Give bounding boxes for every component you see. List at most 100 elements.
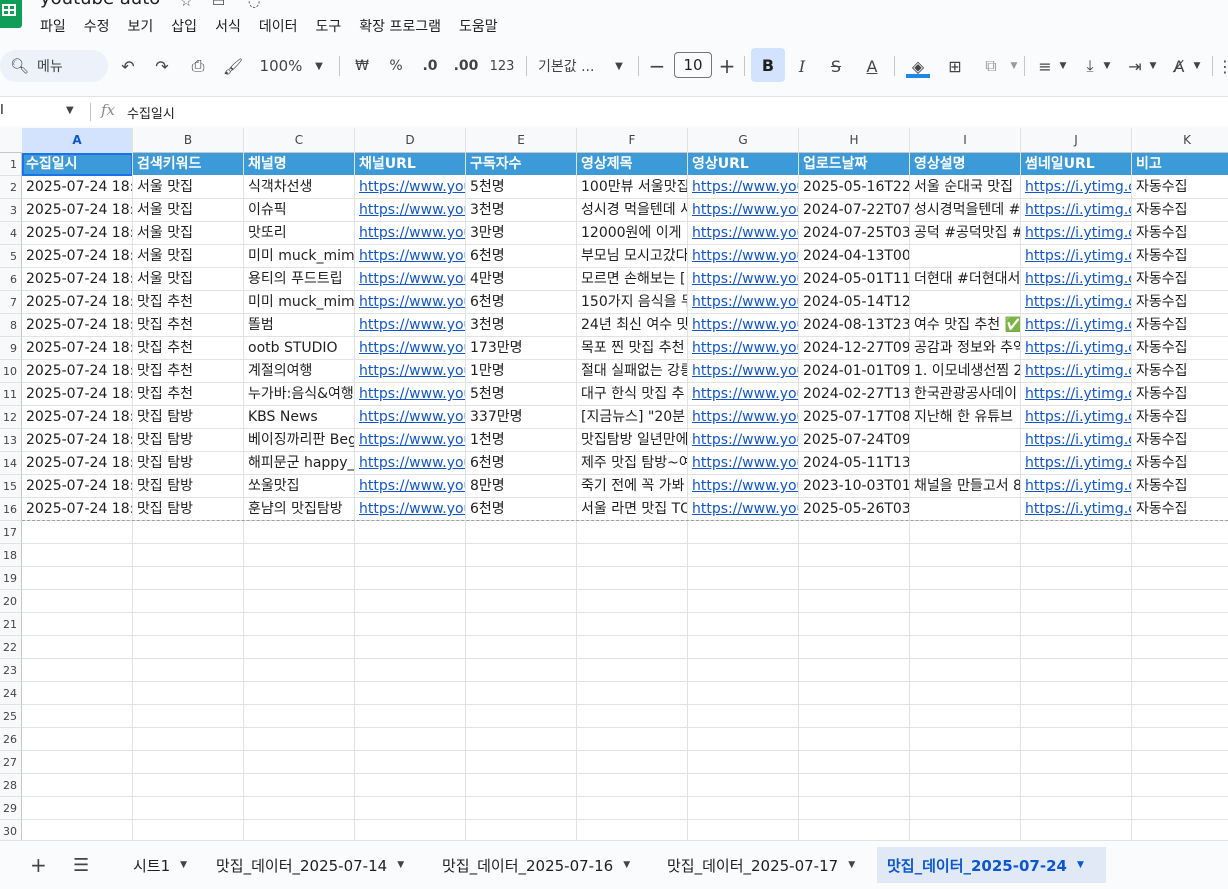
link-cell[interactable]: https://www.yout [688,176,799,199]
header-cell[interactable]: 업로드날짜 [799,153,910,176]
table-cell[interactable]: 미미 muck_mimi [244,245,355,268]
table-cell[interactable]: 2025-07-24 18:3 [22,498,133,521]
row-header[interactable]: 20 [0,590,22,613]
table-cell[interactable]: 식객차선생 [244,176,355,199]
table-cell[interactable]: 2024-07-22T07: [799,199,910,222]
decrease-decimal-button[interactable]: .0 [418,54,442,78]
link-cell[interactable]: https://www.yout [688,199,799,222]
font-size-decrease-button[interactable]: − [648,54,666,78]
row-header[interactable]: 11 [0,383,22,406]
table-cell[interactable] [910,245,1021,268]
header-cell[interactable]: 영상설명 [910,153,1021,176]
chevron-down-icon[interactable]: ▼ [180,860,187,870]
chevron-down-icon[interactable]: ▼ [1077,860,1084,870]
font-select[interactable]: 기본값 ... [538,54,602,78]
table-cell[interactable]: 자동수집 [1132,360,1228,383]
column-header-a[interactable]: A [22,128,133,153]
link-cell[interactable]: https://www.yout [688,268,799,291]
number-format-button[interactable]: 123 [489,54,515,78]
table-cell[interactable]: 죽기 전에 꼭 가봐 [577,475,688,498]
table-cell[interactable]: 자동수집 [1132,176,1228,199]
chevron-down-icon[interactable]: ▼ [612,54,626,78]
table-cell[interactable]: 목포 찐 맛집 추천 [577,337,688,360]
table-cell[interactable]: 맛집 탐방 [133,406,244,429]
table-cell[interactable] [910,452,1021,475]
row-header[interactable]: 24 [0,682,22,705]
table-cell[interactable]: 공감과 정보와 추억 [910,337,1021,360]
table-cell[interactable]: 자동수집 [1132,199,1228,222]
table-cell[interactable]: 모르면 손해보는 [ [577,268,688,291]
table-cell[interactable]: 2024-01-01T09: [799,360,910,383]
table-cell[interactable]: 맛집 추천 [133,314,244,337]
merge-cells-icon[interactable]: ⧉ [980,54,1002,78]
link-cell[interactable]: https://i.ytimg.co [1021,222,1132,245]
table-cell[interactable]: 2024-08-13T23:( [799,314,910,337]
header-cell[interactable]: 영상제목 [577,153,688,176]
table-cell[interactable]: 2024-05-14T12:57:37Z [799,291,910,314]
header-cell[interactable]: 수집일시 [22,153,133,176]
menu-format[interactable]: 서식 [215,14,250,38]
header-cell[interactable]: 검색키워드 [133,153,244,176]
link-cell[interactable]: https://www.yout [688,498,799,521]
link-cell[interactable]: https://www.yout [355,452,466,475]
borders-icon[interactable]: ⊞ [944,54,966,78]
chevron-down-icon[interactable]: ▼ [397,860,404,870]
link-cell[interactable]: https://www.yout [355,406,466,429]
zoom-select[interactable]: 100% [258,54,304,78]
table-cell[interactable]: 2024-07-25T03: [799,222,910,245]
row-header[interactable]: 7 [0,291,22,314]
table-cell[interactable]: 2023-10-03T01: [799,475,910,498]
table-cell[interactable]: 2025-07-24T09:15:06Z [799,429,910,452]
table-cell[interactable]: 자동수집 [1132,291,1228,314]
link-cell[interactable]: https://i.ytimg.co [1021,291,1132,314]
table-cell[interactable]: 누가바:음식&여행 [244,383,355,406]
table-cell[interactable]: 2025-07-24 18:3 [22,406,133,429]
link-cell[interactable]: https://www.yout [688,429,799,452]
row-header[interactable]: 23 [0,659,22,682]
chevron-down-icon[interactable]: ▼ [312,54,326,78]
table-cell[interactable]: 맛집탐방 일년만에 [577,429,688,452]
table-cell[interactable]: 150가지 음식을 무 [577,291,688,314]
row-header[interactable]: 26 [0,728,22,751]
row-header[interactable]: 3 [0,199,22,222]
row-header[interactable]: 6 [0,268,22,291]
row-header[interactable]: 1 [0,153,22,176]
table-cell[interactable]: 6천명 [466,245,577,268]
row-header[interactable]: 17 [0,521,22,544]
table-cell[interactable]: 맛집 추천 [133,383,244,406]
table-cell[interactable]: 2024-04-13T00:44:02Z [799,245,910,268]
table-cell[interactable]: 대구 한식 맛집 추 [577,383,688,406]
menu-view[interactable]: 보기 [128,14,163,38]
table-cell[interactable]: 자동수집 [1132,268,1228,291]
table-cell[interactable]: 6천명 [466,291,577,314]
header-cell[interactable]: 구독자수 [466,153,577,176]
increase-decimal-button[interactable]: .00 [452,54,480,78]
link-cell[interactable]: https://www.yout [355,199,466,222]
table-cell[interactable]: 2025-07-24 18:3 [22,383,133,406]
table-cell[interactable]: 이슈픽 [244,199,355,222]
chevron-down-icon[interactable]: ▼ [848,860,855,870]
column-header-h[interactable]: H [799,128,910,153]
table-cell[interactable]: 서울 맛집 [133,245,244,268]
link-cell[interactable]: https://i.ytimg.co [1021,383,1132,406]
link-cell[interactable]: https://www.yout [355,314,466,337]
font-size-input[interactable]: 10 [674,52,712,78]
table-cell[interactable]: 더현대 #더현대서 [910,268,1021,291]
link-cell[interactable]: https://i.ytimg.co [1021,314,1132,337]
table-cell[interactable]: 6천명 [466,452,577,475]
table-cell[interactable] [910,429,1021,452]
table-cell[interactable]: 2025-07-24 18:3 [22,222,133,245]
bold-button[interactable]: B [751,48,785,82]
row-header[interactable]: 29 [0,797,22,820]
column-header-c[interactable]: C [244,128,355,153]
text-color-button[interactable]: A [862,54,882,78]
row-header[interactable]: 28 [0,774,22,797]
table-cell[interactable]: 한국관광공사데이 [910,383,1021,406]
menu-tools[interactable]: 도구 [315,14,350,38]
chevron-down-icon[interactable]: ▼ [623,860,630,870]
table-cell[interactable]: KBS News [244,406,355,429]
paint-format-icon[interactable]: 🖌︎ [222,54,244,78]
table-cell[interactable]: 서울 맛집 [133,199,244,222]
table-cell[interactable]: 맛집 추천 [133,291,244,314]
empty-row[interactable] [22,751,1228,774]
